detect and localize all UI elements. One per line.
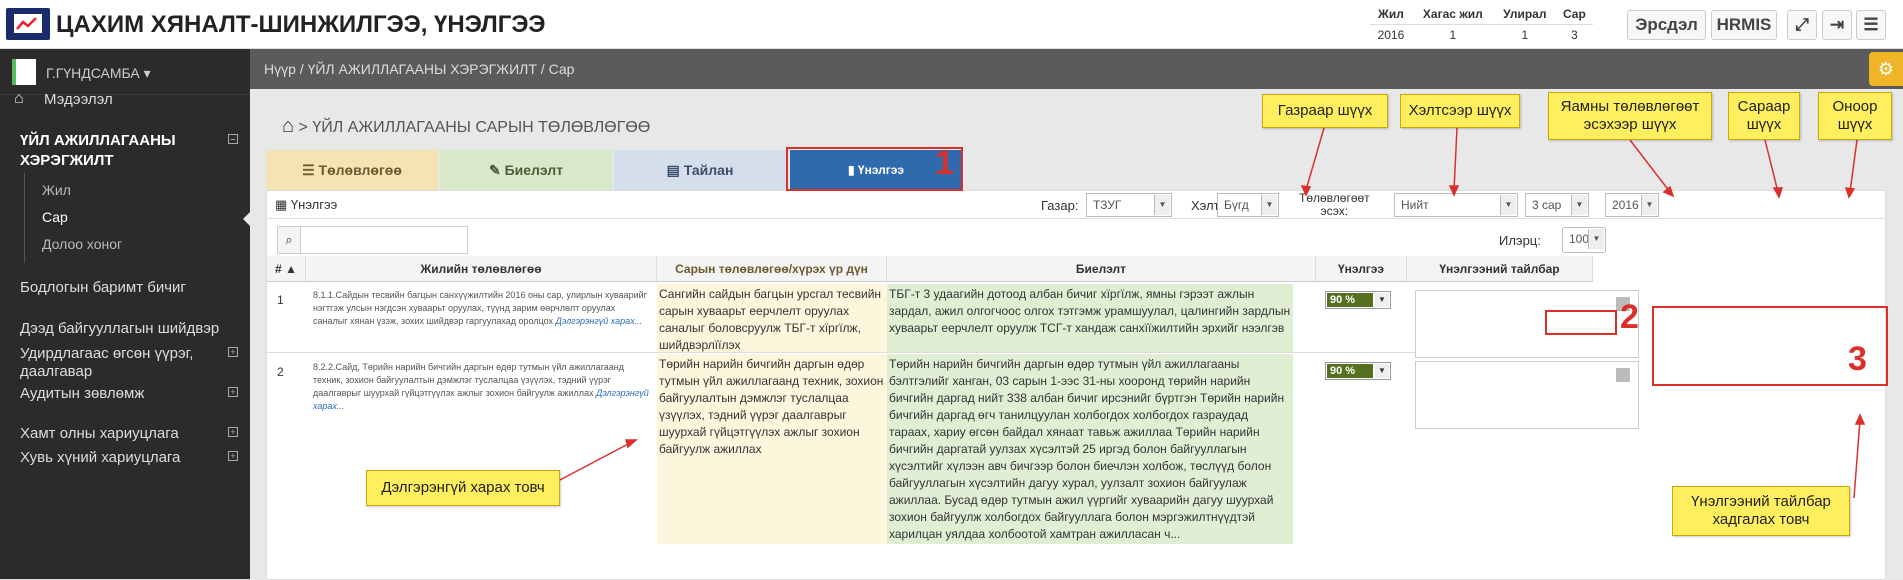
callout-plan-filter: Яамны төлөвлөгөөт эсэхээр шүүх [1548, 92, 1712, 140]
callout-place-filter: Газраар шүүх [1262, 94, 1388, 128]
callout-dept-filter: Хэлтсээр шүүх [1400, 94, 1520, 128]
callout-month-filter: Сараар шүүх [1728, 92, 1800, 140]
marker-box-2 [1545, 310, 1617, 335]
callout-save-note-button: Үнэлгээний тайлбар хадгалах товч [1672, 486, 1850, 536]
marker-1: 1 [935, 144, 954, 182]
annotation-arrows [555, 127, 1866, 499]
marker-2: 2 [1620, 298, 1639, 336]
marker-3: 3 [1848, 340, 1867, 378]
callout-detail-button: Дэлгэрэнгүй харах товч [366, 470, 560, 506]
callout-year-filter: Оноор шүүх [1818, 92, 1892, 140]
